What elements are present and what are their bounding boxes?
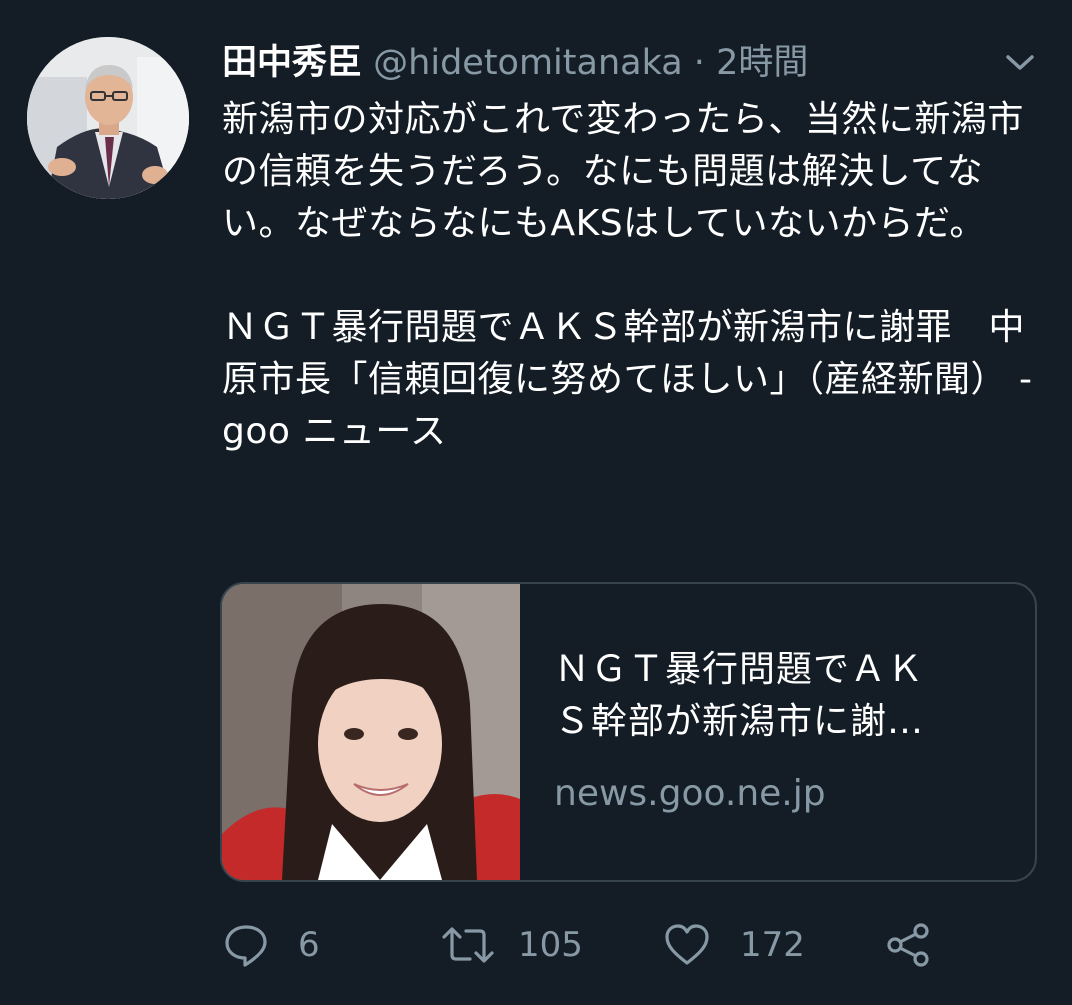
avatar[interactable] [27,37,189,199]
display-name[interactable]: 田中秀臣 [222,43,362,83]
link-card[interactable]: ＮＧＴ暴行問題でＡＫ Ｓ幹部が新潟市に謝… news.goo.ne.jp [220,582,1037,882]
reply-count: 6 [298,925,320,965]
separator: · [682,43,717,83]
retweet-icon [440,921,496,969]
like-count: 172 [740,925,805,965]
retweet-button[interactable]: 105 [440,915,583,975]
avatar-image [27,37,189,199]
card-thumbnail [222,584,520,880]
like-button[interactable]: 172 [662,915,805,975]
tweet-text: 新潟市の対応がこれで変わったら、当然に新潟市の信頼を失うだろう。なにも問題は解決… [222,99,1033,452]
user-handle[interactable]: @hidetomitanaka [373,43,683,83]
timestamp[interactable]: 2時間 [716,43,808,83]
retweet-count: 105 [518,925,583,965]
chevron-down-icon[interactable] [1000,50,1040,76]
share-icon [884,921,932,969]
share-button[interactable] [884,915,932,975]
tweet-header: 田中秀臣 @hidetomitanaka · 2時間 [222,38,992,88]
heart-icon [662,921,712,969]
card-domain: news.goo.ne.jp [554,773,826,814]
card-title: ＮＧＴ暴行問題でＡＫ Ｓ幹部が新潟市に謝… [554,649,925,742]
reply-button[interactable]: 6 [222,915,320,975]
reply-icon [222,921,270,969]
